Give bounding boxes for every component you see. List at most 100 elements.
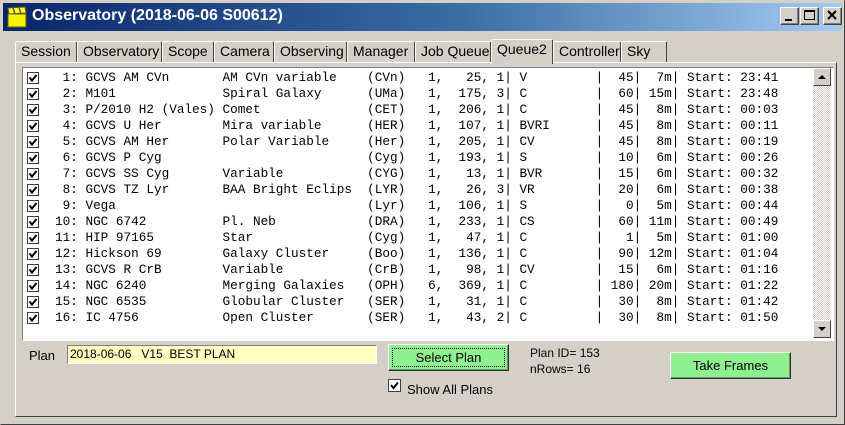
list-item[interactable]: 13: GCVS R CrB Variable (CrB) 1, 98, 1| … xyxy=(23,262,813,278)
list-item[interactable]: 3: P/2010 H2 (Vales) Comet (CET) 1, 206,… xyxy=(23,102,813,118)
checkmark-icon xyxy=(28,138,38,147)
row-text: 3: P/2010 H2 (Vales) Comet (CET) 1, 206,… xyxy=(55,102,779,117)
scroll-down-button[interactable] xyxy=(813,320,831,338)
row-text: 10: NGC 6742 Pl. Neb (DRA) 1, 233, 1| CS… xyxy=(55,214,779,229)
checkmark-icon xyxy=(28,218,38,227)
plan-id-text: Plan ID= 153 xyxy=(530,346,600,360)
list-item[interactable]: 8: GCVS TZ Lyr BAA Bright Eclips (LYR) 1… xyxy=(23,182,813,198)
tab-camera[interactable]: Camera xyxy=(214,41,274,63)
checkmark-icon xyxy=(28,250,38,259)
checkmark-icon xyxy=(28,186,38,195)
list-item[interactable]: 11: HIP 97165 Star (Cyg) 1, 47, 1| C | 1… xyxy=(23,230,813,246)
row-checkbox[interactable] xyxy=(27,296,39,308)
clapperboard-icon xyxy=(7,6,27,28)
app-window: Observatory (2018-06-06 S00612) Session … xyxy=(0,0,845,425)
list-item[interactable]: 7: GCVS SS Cyg Variable (CYG) 1, 13, 1| … xyxy=(23,166,813,182)
checkmark-icon xyxy=(28,106,38,115)
queue2-panel: 1: GCVS AM CVn AM CVn variable (CVn) 1, … xyxy=(15,62,837,417)
row-text: 7: GCVS SS Cyg Variable (CYG) 1, 13, 1| … xyxy=(55,166,779,181)
minimize-icon xyxy=(785,19,792,21)
list-item[interactable]: 4: GCVS U Her Mira variable (HER) 1, 107… xyxy=(23,118,813,134)
checkmark-icon xyxy=(390,381,399,390)
row-text: 11: HIP 97165 Star (Cyg) 1, 47, 1| C | 1… xyxy=(55,230,779,245)
checkmark-icon xyxy=(28,314,38,323)
row-checkbox[interactable] xyxy=(27,216,39,228)
select-plan-button[interactable]: Select Plan xyxy=(388,344,509,371)
vertical-scrollbar[interactable] xyxy=(813,68,831,338)
list-item[interactable]: 1: GCVS AM CVn AM CVn variable (CVn) 1, … xyxy=(23,70,813,86)
checkmark-icon xyxy=(28,234,38,243)
title-bar[interactable]: Observatory (2018-06-06 S00612) xyxy=(3,3,842,31)
list-item[interactable]: 10: NGC 6742 Pl. Neb (DRA) 1, 233, 1| CS… xyxy=(23,214,813,230)
row-text: 9: Vega (Lyr) 1, 106, 1| S | 0| 5m| Star… xyxy=(55,198,779,213)
row-checkbox[interactable] xyxy=(27,184,39,196)
row-text: 6: GCVS P Cyg (Cyg) 1, 193, 1| S | 10| 6… xyxy=(55,150,779,165)
row-text: 1: GCVS AM CVn AM CVn variable (CVn) 1, … xyxy=(55,70,779,85)
arrow-up-icon xyxy=(818,75,826,79)
tab-observatory[interactable]: Observatory xyxy=(77,41,162,63)
tab-scope[interactable]: Scope xyxy=(162,41,214,63)
take-frames-button[interactable]: Take Frames xyxy=(670,352,791,379)
show-all-plans-checkbox[interactable] xyxy=(388,379,401,392)
row-text: 15: NGC 6535 Globular Cluster (SER) 1, 3… xyxy=(55,294,779,309)
row-checkbox[interactable] xyxy=(27,200,39,212)
row-text: 2: M101 Spiral Galaxy (UMa) 1, 175, 3| C… xyxy=(55,86,779,101)
row-checkbox[interactable] xyxy=(27,248,39,260)
list-item[interactable]: 2: M101 Spiral Galaxy (UMa) 1, 175, 3| C… xyxy=(23,86,813,102)
row-checkbox[interactable] xyxy=(27,120,39,132)
list-item[interactable]: 5: GCVS AM Her Polar Variable (Her) 1, 2… xyxy=(23,134,813,150)
plan-label: Plan xyxy=(29,348,56,363)
show-all-plans-label: Show All Plans xyxy=(407,382,493,397)
plan-field[interactable]: 2018-06-06 V15 BEST PLAN xyxy=(67,345,377,364)
row-checkbox[interactable] xyxy=(27,136,39,148)
row-text: 13: GCVS R CrB Variable (CrB) 1, 98, 1| … xyxy=(55,262,779,277)
tab-session[interactable]: Session xyxy=(15,41,77,63)
checkmark-icon xyxy=(28,170,38,179)
row-checkbox[interactable] xyxy=(27,72,39,84)
close-button[interactable] xyxy=(823,7,842,25)
checkmark-icon xyxy=(28,202,38,211)
checkmark-icon xyxy=(28,298,38,307)
row-checkbox[interactable] xyxy=(27,88,39,100)
maximize-icon xyxy=(804,10,815,20)
list-item[interactable]: 14: NGC 6240 Merging Galaxies (OPH) 6, 3… xyxy=(23,278,813,294)
row-checkbox[interactable] xyxy=(27,104,39,116)
close-icon xyxy=(827,10,837,20)
checkmark-icon xyxy=(28,154,38,163)
list-item[interactable]: 9: Vega (Lyr) 1, 106, 1| S | 0| 5m| Star… xyxy=(23,198,813,214)
maximize-button[interactable] xyxy=(800,7,819,25)
list-item[interactable]: 12: Hickson 69 Galaxy Cluster (Boo) 1, 1… xyxy=(23,246,813,262)
row-text: 4: GCVS U Her Mira variable (HER) 1, 107… xyxy=(55,118,779,133)
row-text: 8: GCVS TZ Lyr BAA Bright Eclips (LYR) 1… xyxy=(55,182,779,197)
tab-controller[interactable]: Controller xyxy=(553,41,621,63)
queue-rows: 1: GCVS AM CVn AM CVn variable (CVn) 1, … xyxy=(23,70,813,338)
checkmark-icon xyxy=(28,282,38,291)
tab-sky[interactable]: Sky xyxy=(621,41,667,63)
tab-observing[interactable]: Observing xyxy=(274,41,347,63)
row-checkbox[interactable] xyxy=(27,232,39,244)
row-checkbox[interactable] xyxy=(27,264,39,276)
row-text: 16: IC 4756 Open Cluster (SER) 1, 43, 2|… xyxy=(55,310,779,325)
row-text: 12: Hickson 69 Galaxy Cluster (Boo) 1, 1… xyxy=(55,246,779,261)
tab-job-queue[interactable]: Job Queue xyxy=(415,41,491,63)
row-checkbox[interactable] xyxy=(27,168,39,180)
list-item[interactable]: 16: IC 4756 Open Cluster (SER) 1, 43, 2|… xyxy=(23,310,813,326)
checkmark-icon xyxy=(28,90,38,99)
scroll-up-button[interactable] xyxy=(813,68,831,86)
list-item[interactable]: 6: GCVS P Cyg (Cyg) 1, 193, 1| S | 10| 6… xyxy=(23,150,813,166)
row-text: 14: NGC 6240 Merging Galaxies (OPH) 6, 3… xyxy=(55,278,779,293)
row-checkbox[interactable] xyxy=(27,152,39,164)
list-item[interactable]: 15: NGC 6535 Globular Cluster (SER) 1, 3… xyxy=(23,294,813,310)
row-checkbox[interactable] xyxy=(27,280,39,292)
arrow-down-icon xyxy=(818,327,826,331)
tab-strip: Session Observatory Scope Camera Observi… xyxy=(15,39,715,64)
tab-queue2[interactable]: Queue2 xyxy=(491,39,553,64)
minimize-button[interactable] xyxy=(780,7,799,25)
tab-manager[interactable]: Manager xyxy=(347,41,415,63)
queue-list[interactable]: 1: GCVS AM CVn AM CVn variable (CVn) 1, … xyxy=(22,67,834,341)
window-title: Observatory (2018-06-06 S00612) xyxy=(32,7,283,24)
checkmark-icon xyxy=(28,266,38,275)
row-text: 5: GCVS AM Her Polar Variable (Her) 1, 2… xyxy=(55,134,779,149)
checkmark-icon xyxy=(28,122,38,131)
row-checkbox[interactable] xyxy=(27,312,39,324)
